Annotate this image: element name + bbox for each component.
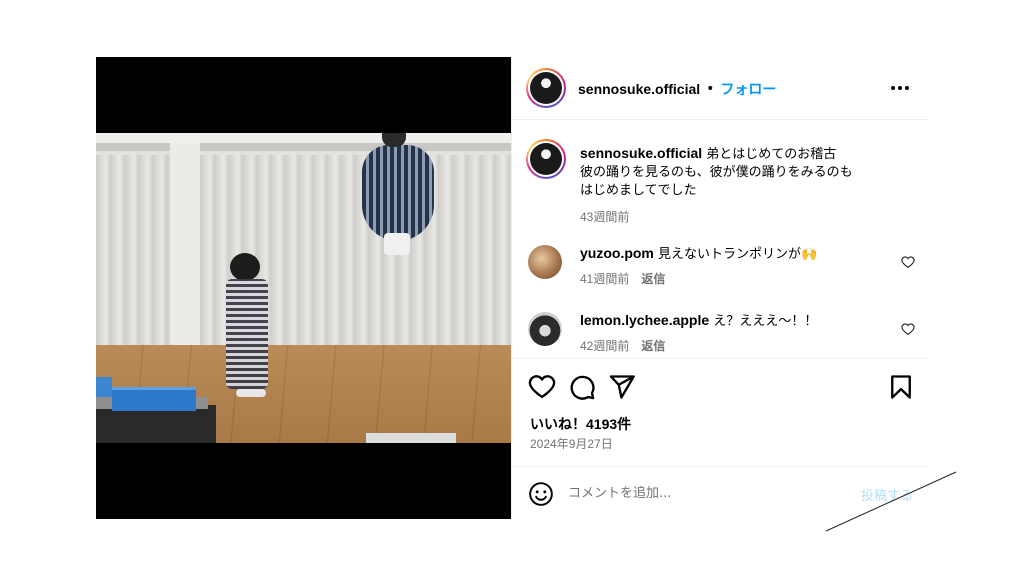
comments-list[interactable]: sennosuke.official 弟とはじめてのお稽古 彼の踊りを見るのも、… <box>512 120 929 358</box>
post-header: sennosuke.official • フォロー <box>512 57 929 120</box>
floor-mat <box>366 433 456 443</box>
comment-username[interactable]: lemon.lychee.apple <box>580 312 709 328</box>
child-feet <box>236 389 266 397</box>
smiley-icon[interactable] <box>528 481 554 507</box>
separator-dot: • <box>706 81 715 97</box>
caption-username[interactable]: sennosuke.official <box>580 145 702 161</box>
curtain-left <box>96 155 170 351</box>
post-video-frame[interactable] <box>96 133 511 443</box>
likes-count[interactable]: いいね！4193件 <box>530 414 631 434</box>
post-comment-button[interactable]: 投稿する <box>861 485 913 504</box>
comment-input[interactable] <box>568 479 838 507</box>
caption-time[interactable]: 43週間前 <box>580 208 900 225</box>
comment-avatar-lemon[interactable] <box>528 312 562 346</box>
post-date[interactable]: 2024年9月27日 <box>530 435 613 452</box>
reply-button[interactable]: 返信 <box>641 272 665 286</box>
author-avatar[interactable] <box>526 68 566 108</box>
caption-line-2: 彼の踊りを見るのも、彼が僕の踊りをみるのも <box>580 165 853 180</box>
comment-item: yuzoo.pom 見えないトランポリンが🙌 41週間前 返信 <box>580 244 880 287</box>
action-bar: いいね！4193件 2024年9月27日 <box>512 358 929 466</box>
jumping-man-in-kimono <box>362 145 434 241</box>
blue-box <box>112 387 196 411</box>
caption-line-3: はじめましてでした <box>580 183 697 198</box>
more-horizontal-icon[interactable] <box>889 79 911 97</box>
comment-text: え？えええ〜！！ <box>713 314 818 329</box>
instagram-post: sennosuke.official • フォロー sennosuke.offi… <box>96 57 929 519</box>
child-in-kimono <box>226 279 268 389</box>
comment-avatar-yuzoo[interactable] <box>528 245 562 279</box>
post-media[interactable] <box>96 57 511 519</box>
man-feet <box>384 233 410 255</box>
heart-icon[interactable] <box>528 373 556 401</box>
comment-composer: 投稿する <box>512 466 929 519</box>
comment-time[interactable]: 41週間前 <box>580 272 629 286</box>
child-head <box>230 253 260 281</box>
author-username[interactable]: sennosuke.official <box>578 81 700 97</box>
pillar <box>170 143 200 351</box>
comment-time[interactable]: 42週間前 <box>580 339 629 353</box>
caption: sennosuke.official 弟とはじめてのお稽古 彼の踊りを見るのも、… <box>580 144 900 225</box>
post-sidebar: sennosuke.official • フォロー sennosuke.offi… <box>511 57 929 519</box>
heart-icon[interactable] <box>901 322 915 336</box>
comment-bubble-icon[interactable] <box>568 373 596 401</box>
heart-icon[interactable] <box>901 255 915 269</box>
follow-button[interactable]: フォロー <box>720 79 776 99</box>
ceiling <box>96 133 511 143</box>
paper-plane-icon[interactable] <box>608 373 636 401</box>
comment-username[interactable]: yuzoo.pom <box>580 245 654 261</box>
bookmark-icon[interactable] <box>887 373 915 401</box>
reply-button[interactable]: 返信 <box>641 339 665 353</box>
comment-text: 見えないトランポリンが🙌 <box>658 247 818 262</box>
caption-line-1: 弟とはじめてのお稽古 <box>706 147 837 162</box>
caption-avatar[interactable] <box>526 139 566 179</box>
comment-item: lemon.lychee.apple え？えええ〜！！ 42週間前 返信 <box>580 311 880 354</box>
